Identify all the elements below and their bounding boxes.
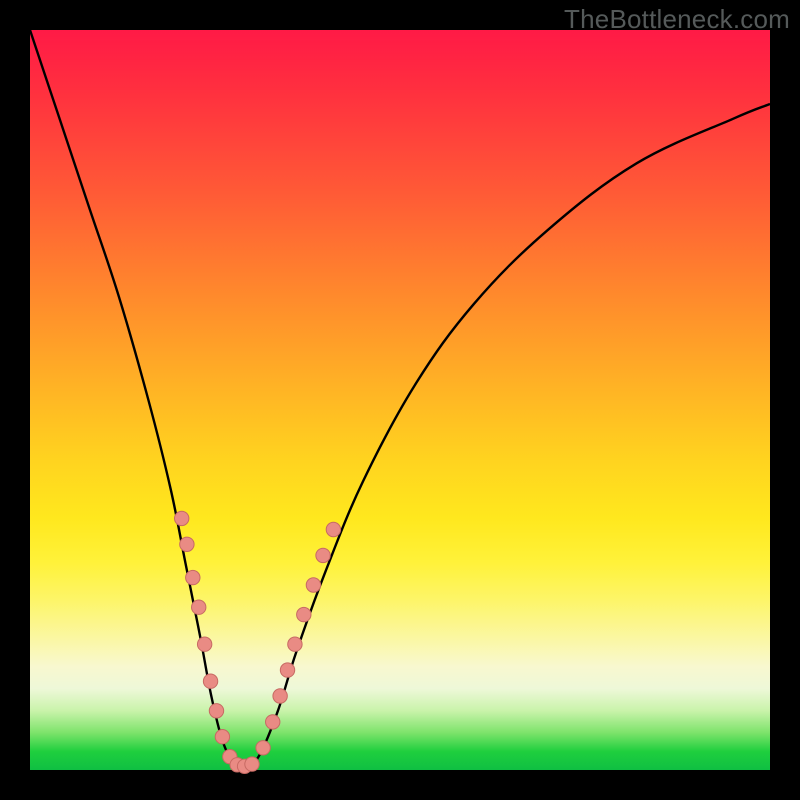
marker-dot: [215, 730, 229, 744]
marker-dot: [306, 578, 320, 592]
curve-svg: [30, 30, 770, 770]
marker-dot: [280, 663, 294, 677]
marker-dot: [266, 715, 280, 729]
marker-dot: [256, 741, 270, 755]
marker-dot: [197, 637, 211, 651]
marker-dot: [186, 570, 200, 584]
marker-dot: [273, 689, 287, 703]
curve-markers: [175, 511, 341, 773]
marker-dot: [203, 674, 217, 688]
marker-dot: [209, 704, 223, 718]
marker-dot: [316, 548, 330, 562]
chart-frame: TheBottleneck.com: [0, 0, 800, 800]
marker-dot: [297, 607, 311, 621]
marker-dot: [192, 600, 206, 614]
plot-area: [30, 30, 770, 770]
bottleneck-curve: [30, 30, 770, 770]
marker-dot: [175, 511, 189, 525]
marker-dot: [245, 757, 259, 771]
marker-dot: [288, 637, 302, 651]
marker-dot: [180, 537, 194, 551]
marker-dot: [326, 522, 340, 536]
